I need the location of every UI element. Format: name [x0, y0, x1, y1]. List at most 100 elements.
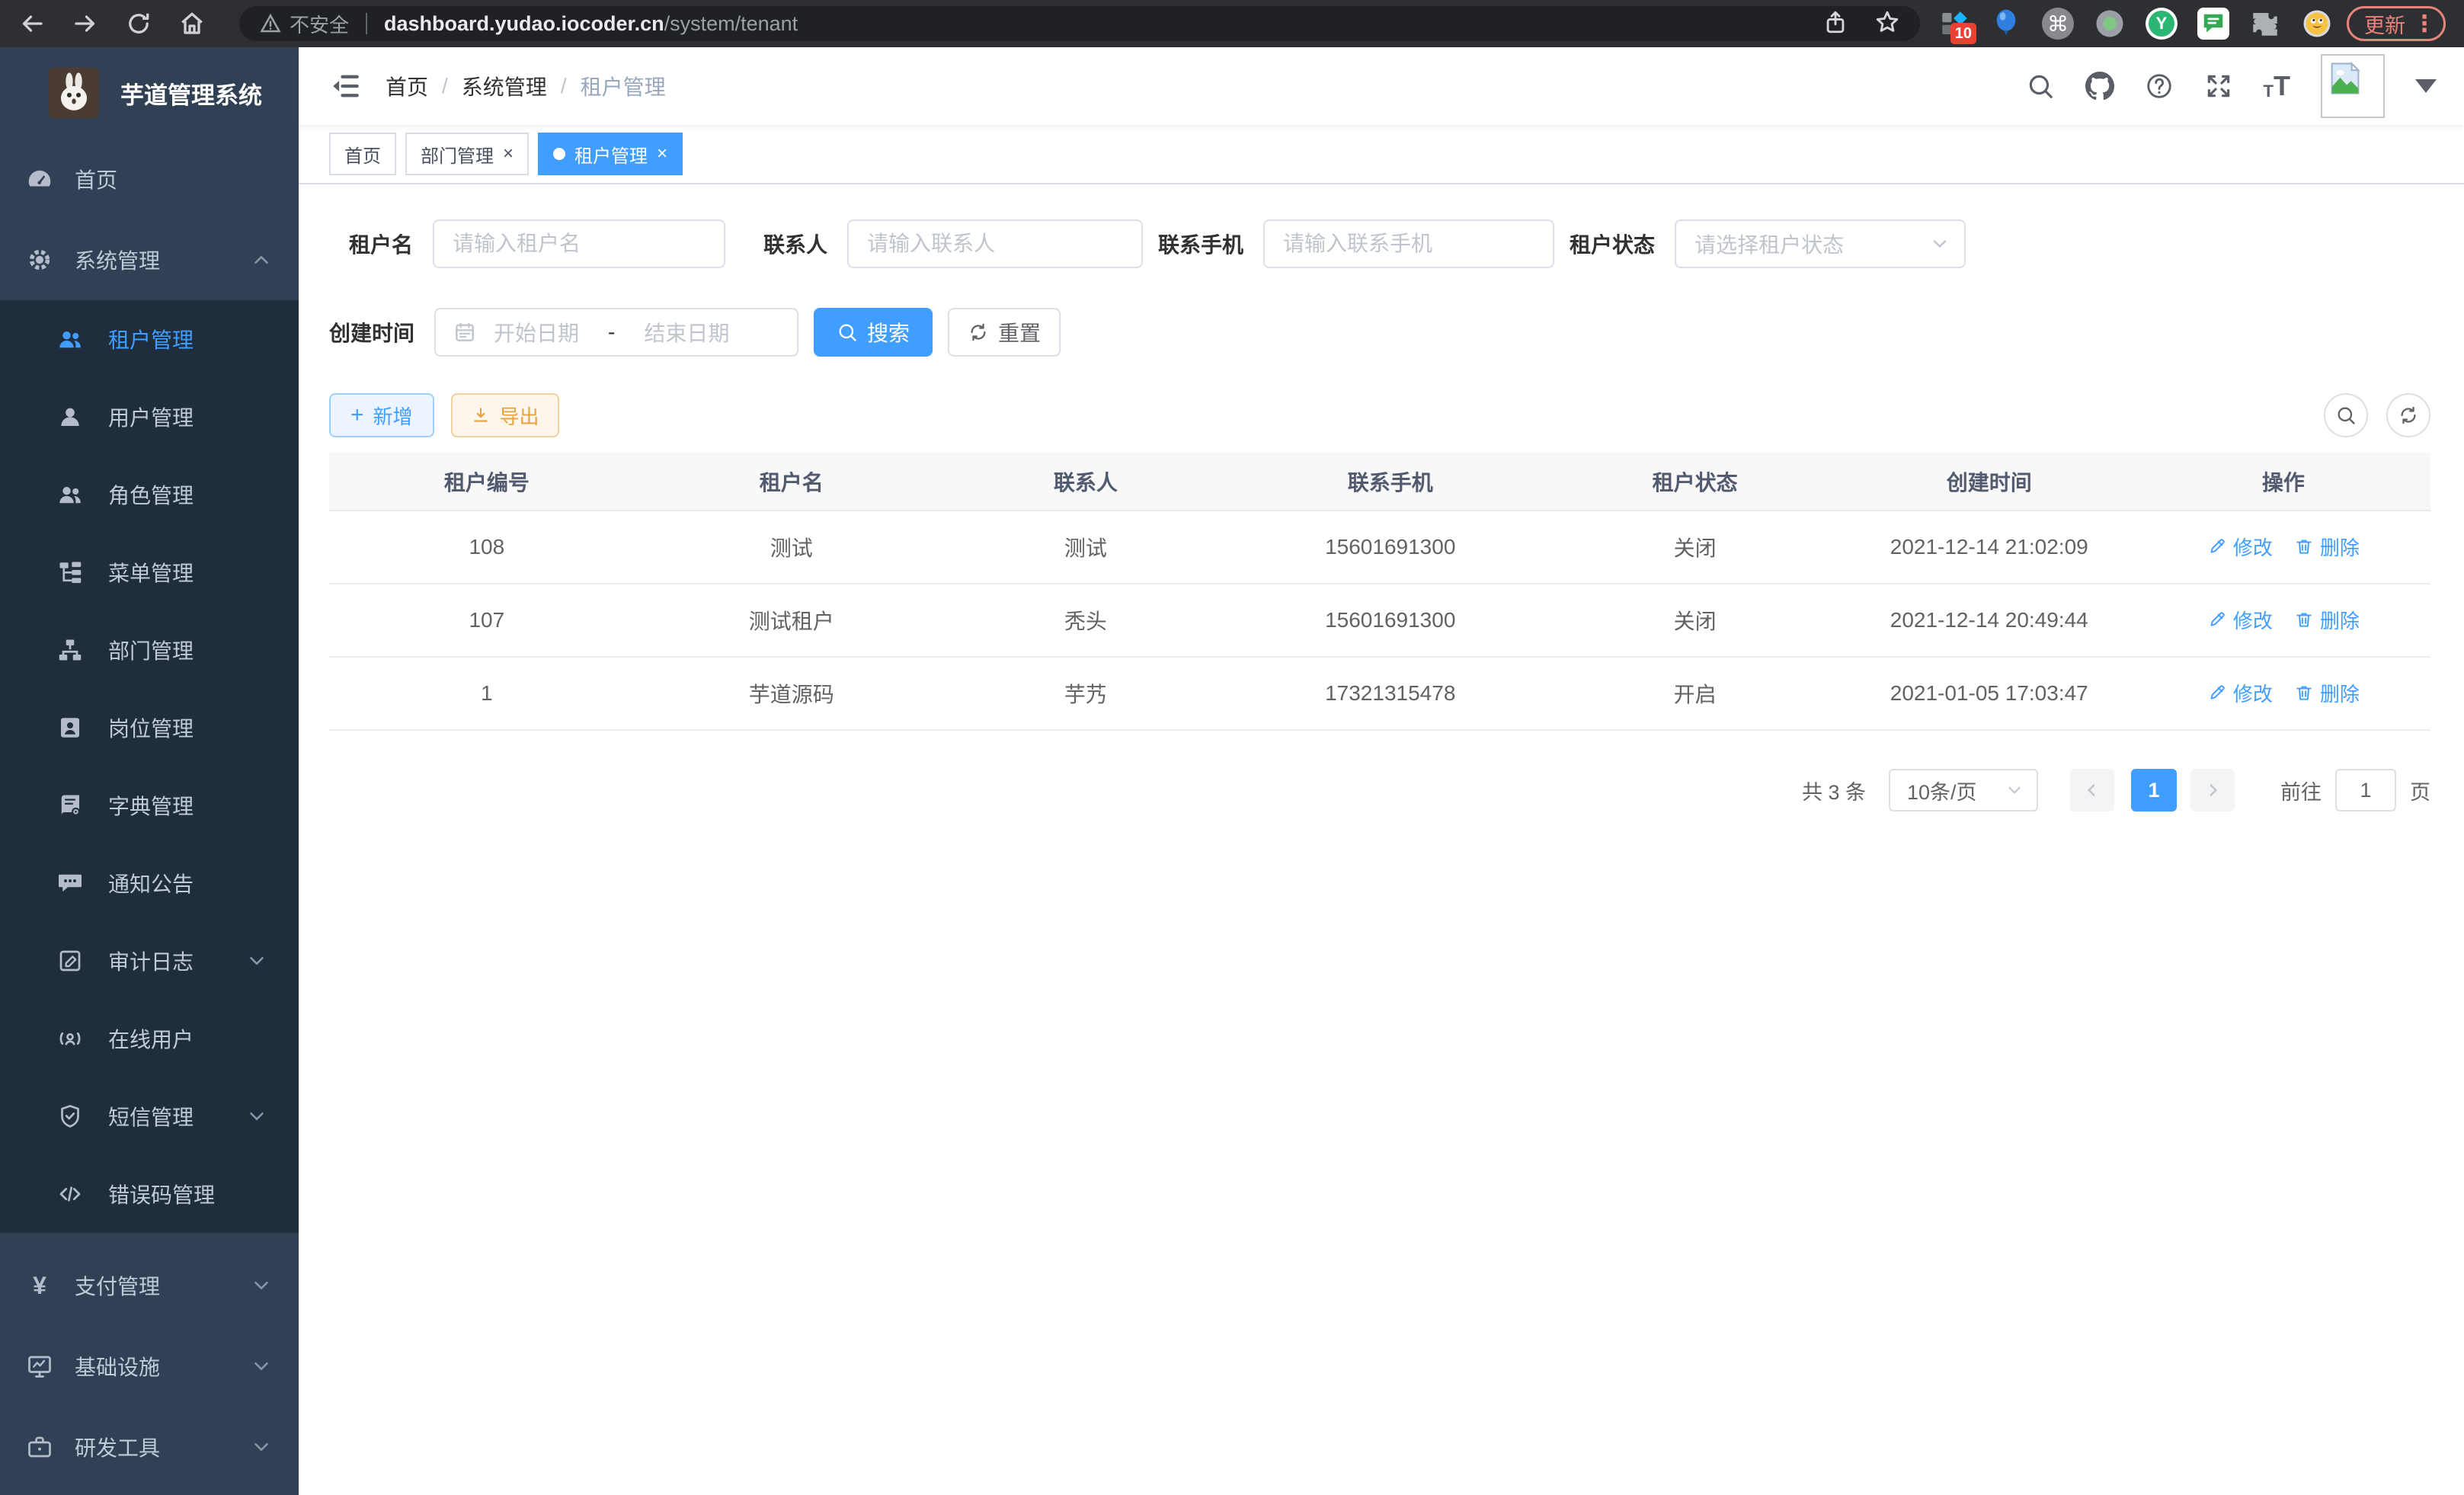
page-unit-label: 页 — [2410, 776, 2430, 805]
sidebar-item-label: 字典管理 — [108, 790, 194, 821]
cell-contact: 芋艿 — [939, 657, 1233, 730]
sidebar-item-label: 审计日志 — [108, 946, 194, 976]
github-icon[interactable] — [2085, 72, 2114, 101]
sidebar-item-role[interactable]: 角色管理 — [0, 456, 299, 533]
sidebar-item-error-code[interactable]: 错误码管理 — [0, 1155, 299, 1233]
sidebar-item-label: 角色管理 — [108, 479, 194, 510]
sidebar-item-audit-log[interactable]: 审计日志 — [0, 922, 299, 1000]
breadcrumb-system[interactable]: 系统管理 — [462, 71, 547, 101]
share-icon[interactable] — [1822, 9, 1848, 39]
breadcrumb: 首页 / 系统管理 / 租户管理 — [386, 71, 666, 101]
cell-tenant-id: 1 — [329, 657, 645, 730]
profile-avatar-icon[interactable] — [2301, 8, 2333, 40]
sidebar-item-user[interactable]: 用户管理 — [0, 378, 299, 456]
status-select[interactable]: 请选择租户状态 — [1675, 219, 1966, 268]
extension-blocks-icon[interactable]: 10 — [1938, 8, 1970, 40]
plus-icon: + — [350, 402, 364, 428]
delete-link[interactable]: 删除 — [2294, 679, 2360, 707]
sidebar-item-label: 支付管理 — [75, 1270, 160, 1301]
refresh-table-button[interactable] — [2386, 393, 2430, 437]
export-button[interactable]: 导出 — [451, 393, 559, 437]
help-icon[interactable] — [2145, 72, 2174, 101]
fullscreen-icon[interactable] — [2204, 72, 2233, 101]
tab-tenant[interactable]: 租户管理 × — [538, 133, 683, 175]
search-icon — [2335, 405, 2357, 426]
search-button[interactable]: 搜索 — [814, 308, 933, 357]
prev-page-button[interactable] — [2070, 769, 2114, 812]
not-secure-label[interactable]: 不安全 — [290, 10, 349, 38]
add-button[interactable]: + 新增 — [329, 393, 434, 437]
browser-home-icon[interactable] — [178, 10, 206, 37]
table-header-row: 租户编号 租户名 联系人 联系手机 租户状态 创建时间 操作 — [329, 453, 2430, 511]
tenant-name-input[interactable] — [433, 219, 725, 268]
tab-dept[interactable]: 部门管理 × — [405, 133, 529, 175]
close-icon[interactable]: × — [657, 143, 667, 165]
goto-page-input[interactable] — [2335, 769, 2396, 812]
browser-forward-icon[interactable] — [72, 10, 99, 37]
calendar-icon — [453, 320, 477, 344]
browser-menu-icon[interactable]: ⋮ — [2413, 11, 2436, 37]
sidebar-item-system[interactable]: 系统管理 — [0, 219, 299, 300]
toggle-search-button[interactable] — [2324, 393, 2368, 437]
avatar-caret-icon[interactable] — [2415, 79, 2437, 93]
contact-input[interactable] — [847, 219, 1143, 268]
extension-balloon-icon[interactable] — [1990, 8, 2022, 40]
breadcrumb-separator: / — [561, 74, 567, 98]
current-page[interactable]: 1 — [2131, 769, 2177, 812]
sidebar-item-online-users[interactable]: 在线用户 — [0, 1000, 299, 1077]
date-start-placeholder[interactable]: 开始日期 — [494, 317, 579, 347]
page-size-select[interactable]: 10条/页 — [1889, 769, 2038, 812]
sidebar-item-notice[interactable]: 通知公告 — [0, 844, 299, 922]
cell-mobile: 15601691300 — [1233, 584, 1548, 657]
sidebar-item-post[interactable]: 岗位管理 — [0, 689, 299, 767]
extension-y-icon[interactable]: Y — [2146, 8, 2178, 40]
extension-chat-icon[interactable] — [2197, 8, 2229, 40]
header-search-icon[interactable] — [2026, 72, 2055, 101]
edit-link[interactable]: 修改 — [2207, 679, 2273, 707]
tenants-icon — [56, 325, 84, 353]
sidebar-item-infra[interactable]: 基础设施 — [0, 1326, 299, 1407]
sidebar-item-payment[interactable]: ¥ 支付管理 — [0, 1245, 299, 1326]
date-range-picker[interactable]: 开始日期 - 结束日期 — [434, 308, 798, 357]
browser-reload-icon[interactable] — [125, 10, 152, 37]
sidebar-collapse-icon[interactable] — [329, 70, 361, 102]
extension-record-icon[interactable] — [2094, 8, 2126, 40]
edit-link[interactable]: 修改 — [2207, 606, 2273, 634]
sidebar-item-label: 错误码管理 — [108, 1179, 215, 1209]
browser-back-icon[interactable] — [18, 10, 46, 37]
sidebar-item-sms[interactable]: 短信管理 — [0, 1077, 299, 1155]
extensions-puzzle-icon[interactable] — [2249, 8, 2281, 40]
font-size-icon[interactable]: TT — [2264, 72, 2290, 100]
cell-mobile: 17321315478 — [1233, 657, 1548, 730]
chevron-up-icon — [250, 248, 273, 271]
delete-link[interactable]: 删除 — [2294, 533, 2360, 561]
tab-label: 租户管理 — [574, 141, 648, 168]
page-url[interactable]: dashboard.yudao.iocoder.cn/system/tenant — [384, 12, 798, 36]
edit-link[interactable]: 修改 — [2207, 533, 2273, 561]
sidebar-item-dept[interactable]: 部门管理 — [0, 611, 299, 689]
extension-command-icon[interactable]: ⌘ — [2042, 8, 2074, 40]
avatar[interactable] — [2321, 54, 2385, 118]
tab-home[interactable]: 首页 — [329, 133, 396, 175]
sidebar-item-dict[interactable]: 字典管理 — [0, 767, 299, 844]
sidebar-item-home[interactable]: 首页 — [0, 139, 299, 219]
browser-update-button[interactable]: 更新 ⋮ — [2347, 6, 2446, 41]
breadcrumb-home[interactable]: 首页 — [386, 71, 428, 101]
mobile-input[interactable] — [1263, 219, 1554, 268]
sidebar-item-menu[interactable]: 菜单管理 — [0, 533, 299, 611]
reset-button[interactable]: 重置 — [948, 308, 1061, 357]
cell-tenant-id: 108 — [329, 511, 645, 584]
sidebar-item-devtools[interactable]: 研发工具 — [0, 1407, 299, 1487]
url-bar[interactable]: 不安全 dashboard.yudao.iocoder.cn/system/te… — [239, 6, 1920, 41]
sidebar-item-tenant[interactable]: 租户管理 — [0, 300, 299, 378]
chevron-left-icon — [2082, 780, 2102, 800]
sidebar-item-label: 首页 — [75, 164, 117, 194]
cell-tenant-name: 测试 — [645, 511, 939, 584]
delete-link[interactable]: 删除 — [2294, 606, 2360, 634]
bookmark-star-icon[interactable] — [1874, 9, 1900, 39]
sidebar-item-label: 通知公告 — [108, 868, 194, 898]
date-end-placeholder[interactable]: 结束日期 — [644, 317, 729, 347]
sidebar-item-label: 租户管理 — [108, 324, 194, 354]
close-icon[interactable]: × — [503, 143, 514, 165]
next-page-button[interactable] — [2190, 769, 2235, 812]
